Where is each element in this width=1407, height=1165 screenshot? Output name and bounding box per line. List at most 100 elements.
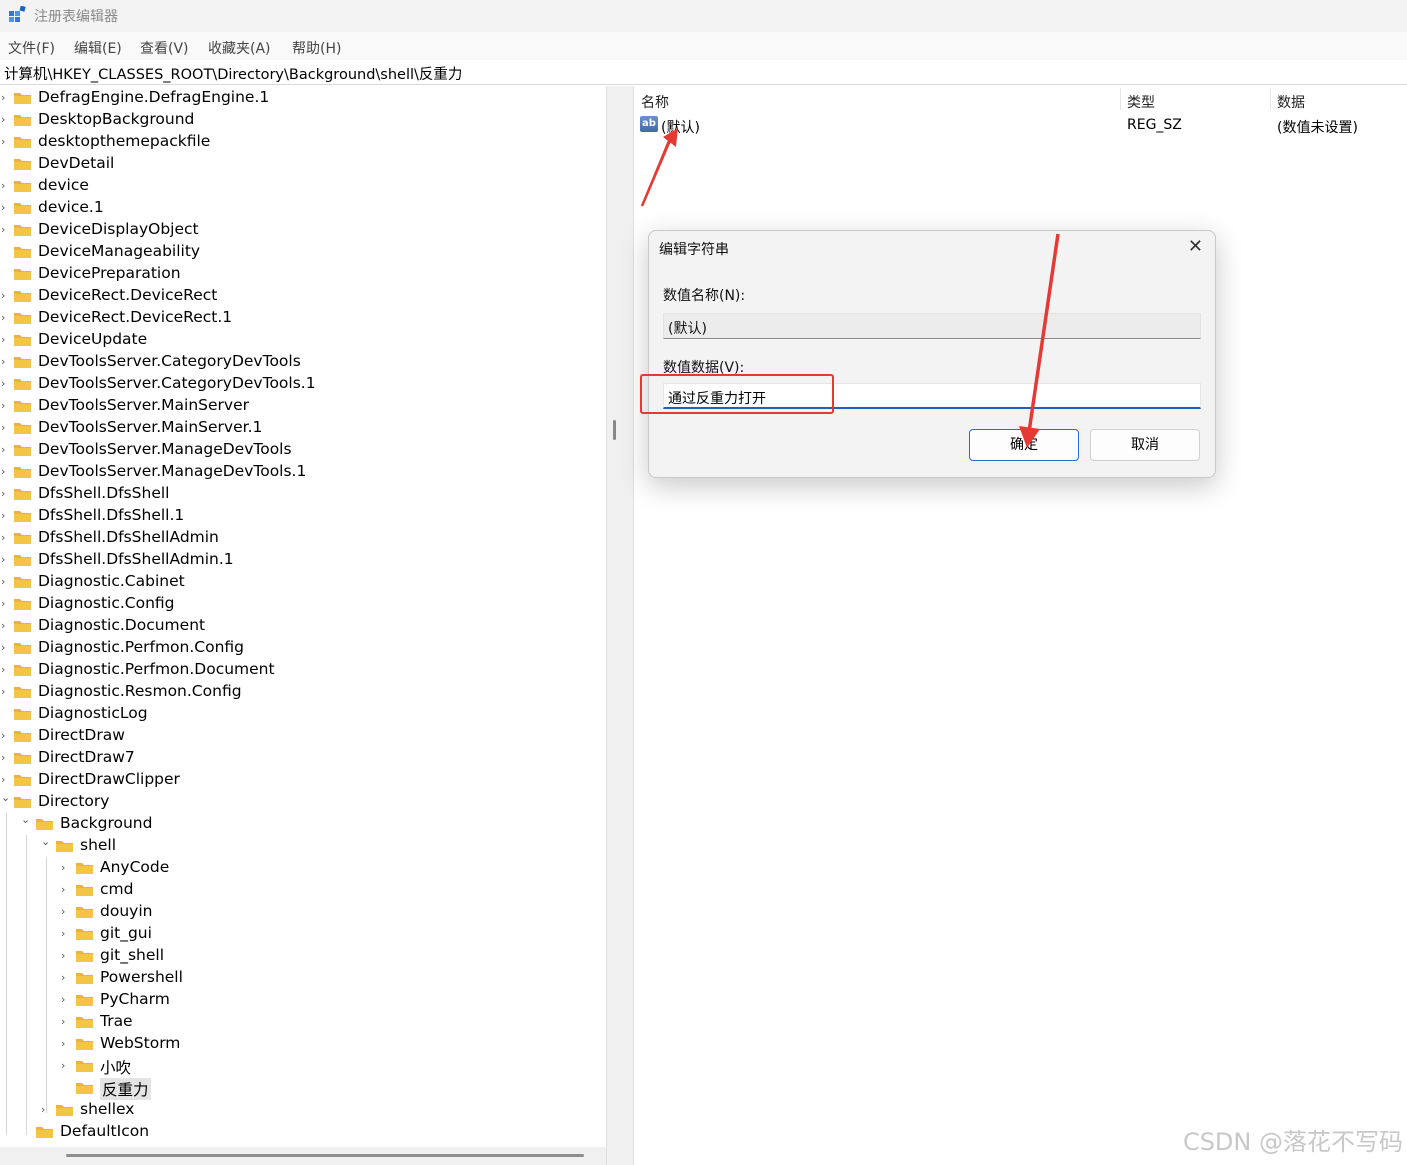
tree-item[interactable]: › Trae [0,1011,606,1033]
tree-item[interactable]: › shellex [0,1099,606,1121]
chevron-right-icon[interactable]: › [61,883,71,897]
chevron-right-icon[interactable]: › [1,311,11,325]
tree-item[interactable]: › DirectDraw [0,725,606,747]
tree-item[interactable]: › Diagnostic.Perfmon.Config [0,637,606,659]
tree-item[interactable]: › Diagnostic.Perfmon.Document [0,659,606,681]
tree-item[interactable]: › DevToolsServer.CategoryDevTools.1 [0,373,606,395]
tree-item[interactable]: › device.1 [0,197,606,219]
chevron-right-icon[interactable]: › [1,663,11,677]
column-name[interactable]: 名称 [641,92,669,112]
tree-item[interactable]: › Diagnostic.Document [0,615,606,637]
menu-edit[interactable]: 编辑(E) [74,38,122,58]
tree-item[interactable]: › DfsShell.DfsShellAdmin [0,527,606,549]
chevron-right-icon[interactable]: › [1,289,11,303]
splitter-grip[interactable] [613,420,616,440]
chevron-right-icon[interactable]: › [1,729,11,743]
chevron-right-icon[interactable]: › [61,971,71,985]
chevron-right-icon[interactable]: › [1,531,11,545]
chevron-right-icon[interactable]: › [1,113,11,127]
menu-favorites[interactable]: 收藏夹(A) [208,38,271,58]
tree-item[interactable]: › Diagnostic.Resmon.Config [0,681,606,703]
chevron-right-icon[interactable]: › [1,443,11,457]
address-path[interactable]: 计算机\HKEY_CLASSES_ROOT\Directory\Backgrou… [4,63,462,84]
column-type[interactable]: 类型 [1127,92,1155,112]
tree-item[interactable]: ⌄ shell [0,835,606,857]
tree-item[interactable]: › DefragEngine.DefragEngine.1 [0,87,606,109]
cancel-button[interactable]: 取消 [1090,429,1200,461]
tree-item[interactable]: › AnyCode [0,857,606,879]
chevron-right-icon[interactable]: › [1,751,11,765]
tree-item[interactable]: › DeviceRect.DeviceRect.1 [0,307,606,329]
tree-item[interactable]: › DfsShell.DfsShell [0,483,606,505]
tree-item[interactable]: DevDetail [0,153,606,175]
tree-item[interactable]: › DfsShell.DfsShell.1 [0,505,606,527]
tree-item[interactable]: › git_gui [0,923,606,945]
chevron-right-icon[interactable]: › [1,91,11,105]
tree-item[interactable]: DevicePreparation [0,263,606,285]
chevron-right-icon[interactable]: › [1,333,11,347]
pane-splitter[interactable] [606,86,634,1165]
column-data[interactable]: 数据 [1277,92,1305,112]
chevron-right-icon[interactable]: › [1,399,11,413]
tree-item[interactable]: › DfsShell.DfsShellAdmin.1 [0,549,606,571]
tree-item[interactable]: › Powershell [0,967,606,989]
chevron-right-icon[interactable]: › [1,135,11,149]
tree-item[interactable]: › device [0,175,606,197]
chevron-right-icon[interactable]: › [1,487,11,501]
chevron-right-icon[interactable]: › [1,421,11,435]
chevron-right-icon[interactable]: › [1,553,11,567]
chevron-right-icon[interactable]: › [61,1059,71,1073]
chevron-right-icon[interactable]: › [1,509,11,523]
tree-item[interactable]: DeviceManageability [0,241,606,263]
tree-item[interactable]: › DeviceDisplayObject [0,219,606,241]
tree-item[interactable]: › DevToolsServer.CategoryDevTools [0,351,606,373]
chevron-right-icon[interactable]: › [1,179,11,193]
tree-item[interactable]: › Diagnostic.Config [0,593,606,615]
address-bar[interactable]: 计算机\HKEY_CLASSES_ROOT\Directory\Backgrou… [0,60,1407,85]
column-divider[interactable] [1270,88,1271,110]
menu-file[interactable]: 文件(F) [8,38,55,58]
chevron-down-icon[interactable]: ⌄ [21,813,31,827]
tree-item[interactable]: › DevToolsServer.ManageDevTools.1 [0,461,606,483]
tree-item[interactable]: › DevToolsServer.MainServer [0,395,606,417]
chevron-right-icon[interactable]: › [61,861,71,875]
tree-item[interactable]: › cmd [0,879,606,901]
chevron-right-icon[interactable]: › [1,597,11,611]
close-icon[interactable]: ✕ [1188,236,1203,257]
tree-item[interactable]: DefaultIcon [0,1121,606,1143]
tree-item[interactable]: › DesktopBackground [0,109,606,131]
tree-item[interactable]: › WebStorm [0,1033,606,1055]
chevron-right-icon[interactable]: › [1,641,11,655]
key-tree[interactable]: › DefragEngine.DefragEngine.1 › DesktopBack… [0,86,606,1146]
chevron-right-icon[interactable]: › [61,1015,71,1029]
scrollbar-thumb[interactable] [66,1154,584,1157]
chevron-right-icon[interactable]: › [1,377,11,391]
ok-button[interactable]: 确定 [969,429,1079,461]
menu-help[interactable]: 帮助(H) [292,38,341,58]
chevron-right-icon[interactable]: › [1,575,11,589]
tree-item[interactable]: › DeviceUpdate [0,329,606,351]
chevron-right-icon[interactable]: › [61,949,71,963]
tree-item[interactable]: › Diagnostic.Cabinet [0,571,606,593]
tree-item[interactable]: › git_shell [0,945,606,967]
value-name[interactable]: (默认) [661,117,700,137]
chevron-down-icon[interactable]: ⌄ [41,835,51,849]
chevron-right-icon[interactable]: › [1,619,11,633]
chevron-right-icon[interactable]: › [61,927,71,941]
tree-item[interactable]: › 小吹 [0,1055,606,1077]
chevron-down-icon[interactable]: ⌄ [1,791,11,805]
chevron-right-icon[interactable]: › [61,993,71,1007]
tree-item[interactable]: › PyCharm [0,989,606,1011]
chevron-right-icon[interactable]: › [1,223,11,237]
tree-item[interactable]: › desktopthemepackfile [0,131,606,153]
chevron-right-icon[interactable]: › [1,465,11,479]
column-divider[interactable] [1120,88,1121,110]
tree-item[interactable]: › DirectDrawClipper [0,769,606,791]
chevron-right-icon[interactable]: › [1,201,11,215]
tree-item[interactable]: 反重力 [0,1077,606,1100]
menu-view[interactable]: 查看(V) [140,38,189,58]
chevron-right-icon[interactable]: › [61,905,71,919]
tree-item[interactable]: › douyin [0,901,606,923]
chevron-right-icon[interactable]: › [1,685,11,699]
tree-item[interactable]: › DeviceRect.DeviceRect [0,285,606,307]
